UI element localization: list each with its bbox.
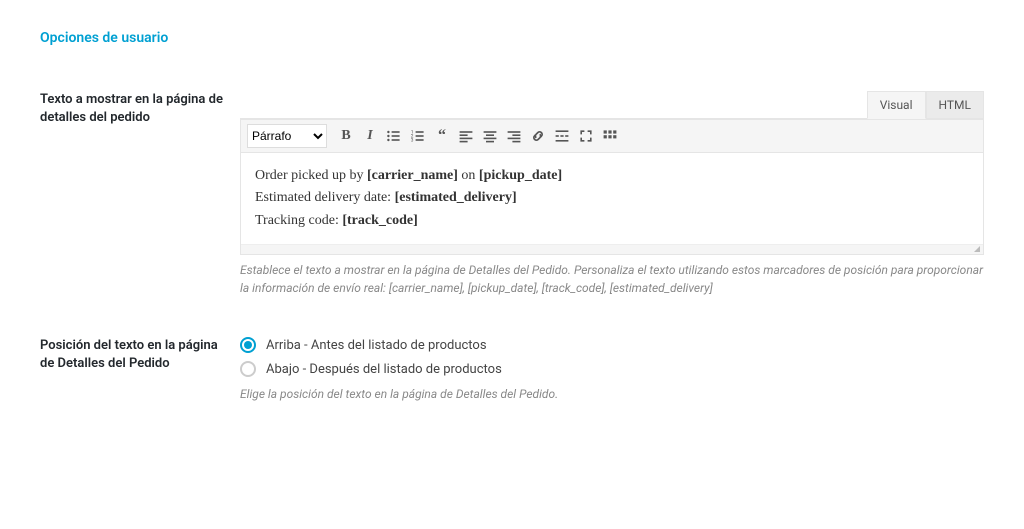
read-more-icon bbox=[554, 128, 570, 144]
field-row-order-text: Texto a mostrar en la página de detalles… bbox=[40, 91, 984, 297]
bullet-list-icon bbox=[386, 128, 402, 144]
radio-input-above[interactable] bbox=[240, 337, 256, 353]
editor-text: Tracking code: bbox=[255, 213, 342, 228]
svg-text:3: 3 bbox=[411, 138, 414, 144]
fullscreen-icon bbox=[578, 128, 594, 144]
editor-placeholder: [pickup_date] bbox=[479, 168, 562, 183]
field-label-position: Posición del texto en la página de Detal… bbox=[40, 337, 240, 403]
editor-resize-handle[interactable] bbox=[241, 244, 983, 254]
field-label-order-text: Texto a mostrar en la página de detalles… bbox=[40, 91, 240, 297]
quote-icon: “ bbox=[438, 127, 446, 145]
link-button[interactable] bbox=[527, 125, 549, 147]
field-description-order-text: Establece el texto a mostrar en la págin… bbox=[240, 261, 984, 297]
editor-placeholder: [track_code] bbox=[342, 213, 417, 228]
tab-visual[interactable]: Visual bbox=[867, 91, 926, 119]
editor-text: Estimated delivery date: bbox=[255, 190, 395, 205]
align-left-button[interactable] bbox=[455, 125, 477, 147]
field-description-position: Elige la posición del texto en la página… bbox=[240, 385, 984, 403]
editor-container: Párrafo B I 123 “ bbox=[240, 118, 984, 255]
editor-placeholder: [carrier_name] bbox=[367, 168, 458, 183]
editor-placeholder: [estimated_delivery] bbox=[395, 190, 517, 205]
radio-dot-icon bbox=[244, 341, 252, 349]
fullscreen-button[interactable] bbox=[575, 125, 597, 147]
align-center-icon bbox=[482, 128, 498, 144]
editor-text: Order picked up by bbox=[255, 168, 367, 183]
format-select[interactable]: Párrafo bbox=[247, 124, 327, 148]
read-more-button[interactable] bbox=[551, 125, 573, 147]
link-icon bbox=[530, 128, 546, 144]
radio-input-below[interactable] bbox=[240, 361, 256, 377]
toolbar-toggle-button[interactable] bbox=[599, 125, 621, 147]
section-heading: Opciones de usuario bbox=[40, 30, 984, 46]
bullet-list-button[interactable] bbox=[383, 125, 405, 147]
radio-label-below: Abajo - Después del listado de productos bbox=[266, 362, 502, 377]
editor-text: on bbox=[458, 168, 479, 183]
number-list-icon: 123 bbox=[410, 128, 426, 144]
radio-option-below[interactable]: Abajo - Después del listado de productos bbox=[240, 361, 984, 377]
italic-button[interactable]: I bbox=[359, 125, 381, 147]
blockquote-button[interactable]: “ bbox=[431, 125, 453, 147]
align-left-icon bbox=[458, 128, 474, 144]
align-right-button[interactable] bbox=[503, 125, 525, 147]
align-center-button[interactable] bbox=[479, 125, 501, 147]
editor-textarea[interactable]: Order picked up by [carrier_name] on [pi… bbox=[241, 153, 983, 244]
editor-tabs: Visual HTML bbox=[240, 91, 984, 119]
tab-html[interactable]: HTML bbox=[926, 91, 985, 119]
italic-icon: I bbox=[367, 128, 372, 144]
bold-icon: B bbox=[341, 128, 350, 144]
align-right-icon bbox=[506, 128, 522, 144]
toolbar-toggle-icon bbox=[602, 128, 618, 144]
number-list-button[interactable]: 123 bbox=[407, 125, 429, 147]
editor-toolbar: Párrafo B I 123 “ bbox=[241, 119, 983, 153]
radio-option-above[interactable]: Arriba - Antes del listado de productos bbox=[240, 337, 984, 353]
field-row-position: Posición del texto en la página de Detal… bbox=[40, 337, 984, 403]
bold-button[interactable]: B bbox=[335, 125, 357, 147]
radio-label-above: Arriba - Antes del listado de productos bbox=[266, 338, 487, 353]
